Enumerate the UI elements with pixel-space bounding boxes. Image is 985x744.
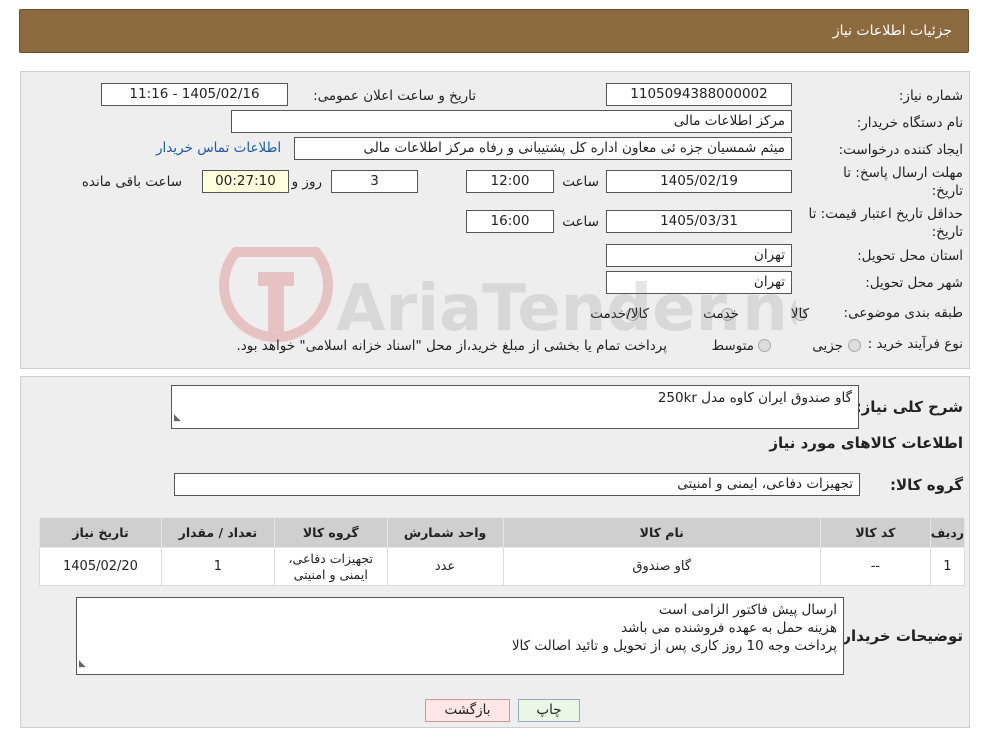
page-header: جزئیات اطلاعات نیاز bbox=[19, 9, 969, 53]
city-field[interactable]: تهران bbox=[606, 271, 792, 294]
deadline-label-line2: تاریخ: bbox=[931, 183, 963, 199]
col-unit: واحد شمارش bbox=[386, 517, 504, 548]
col-name: نام کالا bbox=[502, 517, 821, 548]
need-number-label: شماره نیاز: bbox=[898, 88, 963, 104]
deadline-time-field[interactable]: 12:00 bbox=[466, 170, 554, 193]
buyer-note-line: ارسال پیش فاکتور الزامی است bbox=[658, 602, 837, 618]
process-small-radio[interactable] bbox=[848, 339, 861, 352]
validity-time-label: ساعت bbox=[562, 214, 599, 230]
days-label: روز و bbox=[291, 174, 322, 190]
col-row: ردیف bbox=[929, 517, 966, 548]
table-row: 1 -- گاو صندوق عدد تجهیزات دفاعی، ایمنی … bbox=[39, 547, 966, 586]
goods-info-title: اطلاعات کالاهای مورد نیاز bbox=[769, 434, 963, 452]
cell-row: 1 bbox=[929, 547, 966, 586]
validity-label-line1: حداقل تاریخ اعتبار قیمت: تا bbox=[808, 206, 963, 222]
process-medium-radio[interactable] bbox=[758, 339, 771, 352]
goods-table: ردیف کد کالا نام کالا واحد شمارش گروه کا… bbox=[39, 517, 966, 586]
back-button[interactable]: بازگشت bbox=[425, 699, 510, 722]
page-title: جزئیات اطلاعات نیاز bbox=[832, 23, 952, 39]
buyer-org-field[interactable]: مرکز اطلاعات مالی bbox=[231, 110, 792, 133]
announce-label: تاریخ و ساعت اعلان عمومی: bbox=[313, 88, 476, 104]
cell-code: -- bbox=[819, 547, 931, 586]
cell-need-date: 1405/02/20 bbox=[39, 547, 162, 586]
process-medium-text: متوسط bbox=[711, 338, 754, 354]
validity-date-field[interactable]: 1405/03/31 bbox=[606, 210, 792, 233]
goods-group-field[interactable]: تجهیزات دفاعی، ایمنی و امنیتی bbox=[174, 473, 860, 496]
category-label: طبقه بندی موضوعی: bbox=[843, 305, 963, 321]
print-button[interactable]: چاپ bbox=[518, 699, 580, 722]
goods-details-panel: شرح کلی نیاز: گاو صندوق ایران کاوه مدل 2… bbox=[20, 376, 970, 728]
col-group: گروه کالا bbox=[273, 517, 388, 548]
buyer-notes-textarea[interactable]: ارسال پیش فاکتور الزامی است هزینه حمل به… bbox=[76, 597, 844, 675]
announce-datetime-field[interactable]: 1405/02/16 - 11:16 bbox=[101, 83, 288, 106]
col-quantity: تعداد / مقدار bbox=[160, 517, 275, 548]
process-small-text: جزیی bbox=[812, 338, 843, 354]
summary-textarea[interactable]: گاو صندوق ایران کاوه مدل 250kr ◢ bbox=[171, 385, 859, 429]
requester-field[interactable]: میثم شمسیان جزه ئی معاون اداره کل پشتیبا… bbox=[294, 137, 792, 160]
time-remaining-field: 00:27:10 bbox=[202, 170, 289, 193]
goods-group-label: گروه کالا: bbox=[890, 476, 963, 494]
province-label: استان محل تحویل: bbox=[857, 248, 963, 264]
col-code: کد کالا bbox=[819, 517, 931, 548]
validity-label-line2: تاریخ: bbox=[931, 224, 963, 240]
buyer-org-label: نام دستگاه خریدار: bbox=[856, 115, 963, 131]
category-goods-service-text: کالا/خدمت bbox=[590, 306, 649, 322]
time-remaining-label: ساعت باقی مانده bbox=[81, 174, 182, 190]
payment-note: پرداخت تمام یا بخشی از مبلغ خرید،از محل … bbox=[236, 338, 667, 354]
cell-quantity: 1 bbox=[160, 547, 275, 586]
category-service-text: خدمت bbox=[703, 306, 739, 322]
buyer-note-line: هزینه حمل به عهده فروشنده می باشد bbox=[621, 620, 837, 636]
cell-name: گاو صندوق bbox=[502, 547, 821, 586]
summary-text: گاو صندوق ایران کاوه مدل 250kr bbox=[657, 390, 852, 406]
city-label: شهر محل تحویل: bbox=[865, 275, 963, 291]
col-need-date: تاریخ نیاز bbox=[39, 517, 162, 548]
buyer-notes-label: توضیحات خریدار: bbox=[836, 627, 963, 645]
buyer-contact-link[interactable]: اطلاعات تماس خریدار bbox=[156, 140, 281, 156]
cell-unit: عدد bbox=[386, 547, 504, 586]
need-info-panel: شماره نیاز: 1105094388000002 تاریخ و ساع… bbox=[20, 71, 970, 369]
process-type-label: نوع فرآیند خرید : bbox=[867, 336, 963, 352]
deadline-date-field[interactable]: 1405/02/19 bbox=[606, 170, 792, 193]
deadline-label-line1: مهلت ارسال پاسخ: تا bbox=[843, 165, 963, 181]
cell-group: تجهیزات دفاعی، ایمنی و امنیتی bbox=[273, 547, 388, 586]
days-remaining-field[interactable]: 3 bbox=[331, 170, 418, 193]
summary-label: شرح کلی نیاز: bbox=[855, 398, 963, 416]
resize-grip-icon[interactable]: ◢ bbox=[174, 409, 181, 427]
province-field[interactable]: تهران bbox=[606, 244, 792, 267]
category-goods-text: کالا bbox=[790, 306, 809, 322]
buyer-note-line: پرداخت وجه 10 روز کاری پس از تحویل و تائ… bbox=[511, 638, 837, 654]
requester-label: ایجاد کننده درخواست: bbox=[838, 142, 963, 158]
deadline-time-label: ساعت bbox=[562, 174, 599, 190]
validity-time-field[interactable]: 16:00 bbox=[466, 210, 554, 233]
need-number-field[interactable]: 1105094388000002 bbox=[606, 83, 792, 106]
resize-grip-icon[interactable]: ◢ bbox=[79, 655, 86, 673]
goods-table-header: ردیف کد کالا نام کالا واحد شمارش گروه کا… bbox=[39, 517, 966, 548]
